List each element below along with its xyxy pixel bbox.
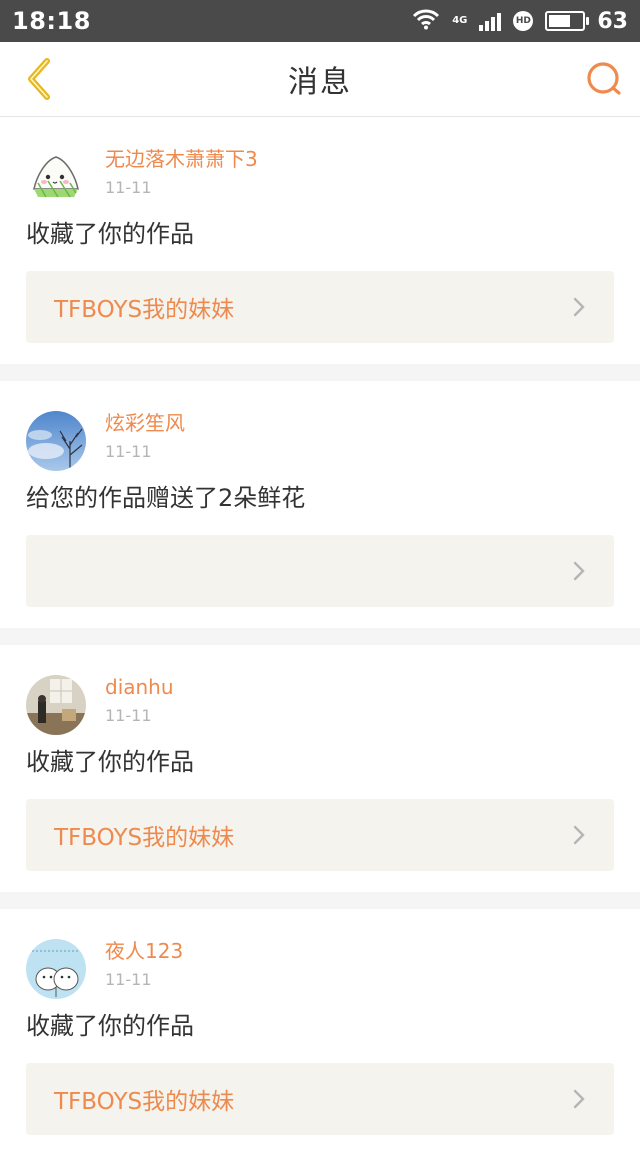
search-icon [587, 62, 621, 95]
message-text: 收藏了你的作品 [26, 748, 194, 776]
work-link[interactable]: TFBOYS我的妹妹 [26, 271, 614, 343]
chevron-left-icon [28, 58, 50, 100]
message-card: dianhu 11-11 收藏了你的作品 TFBOYS我的妹妹 [0, 645, 640, 892]
back-button[interactable] [18, 56, 58, 102]
nav-bar: 消息 [0, 42, 640, 117]
room-photo-avatar[interactable] [26, 675, 86, 735]
message-date: 11-11 [105, 178, 152, 197]
work-title: TFBOYS我的妹妹 [54, 297, 235, 323]
message-username[interactable]: dianhu [105, 673, 174, 701]
work-link[interactable]: TFBOYS我的妹妹 [26, 799, 614, 871]
message-text: 给您的作品赠送了2朵鲜花 [26, 484, 306, 512]
wifi-icon [412, 8, 440, 34]
chevron-right-icon [573, 1089, 585, 1109]
message-card: 夜人123 11-11 收藏了你的作品 TFBOYS我的妹妹 [0, 909, 640, 1156]
page-title: 消息 [288, 65, 352, 100]
network-type: 4G [452, 15, 468, 26]
message-text: 收藏了你的作品 [26, 220, 194, 248]
battery-percent: 63 [597, 8, 628, 34]
search-button[interactable] [582, 56, 626, 102]
message-date: 11-11 [105, 442, 152, 461]
sky-tree-avatar[interactable] [26, 411, 86, 471]
hd-badge: HD [513, 11, 534, 31]
message-card: 无边落木萧萧下3 11-11 收藏了你的作品 TFBOYS我的妹妹 [0, 117, 640, 364]
zongzi-cartoon-avatar[interactable] [26, 147, 86, 207]
signal-icon [479, 11, 502, 31]
status-time: 18:18 [12, 7, 91, 35]
chevron-right-icon [573, 561, 585, 581]
chevron-right-icon [573, 825, 585, 845]
message-username[interactable]: 炫彩笙风 [105, 409, 185, 437]
work-title: TFBOYS我的妹妹 [54, 825, 235, 851]
message-list: 无边落木萧萧下3 11-11 收藏了你的作品 TFBOYS我的妹妹 炫彩笙风 1… [0, 117, 640, 1156]
work-link[interactable] [26, 535, 614, 607]
message-text: 收藏了你的作品 [26, 1012, 194, 1040]
message-card: 炫彩笙风 11-11 给您的作品赠送了2朵鲜花 [0, 381, 640, 628]
work-title: TFBOYS我的妹妹 [54, 1089, 235, 1115]
status-bar: 18:18 4G HD 63 [0, 0, 640, 42]
battery-level [549, 15, 570, 27]
cartoon-bears-avatar[interactable] [26, 939, 86, 999]
status-icons: 4G HD 63 [412, 8, 628, 34]
battery-icon [545, 11, 590, 31]
chevron-right-icon [573, 297, 585, 317]
message-date: 11-11 [105, 706, 152, 725]
message-username[interactable]: 无边落木萧萧下3 [105, 145, 258, 173]
work-link[interactable]: TFBOYS我的妹妹 [26, 1063, 614, 1135]
message-username[interactable]: 夜人123 [105, 937, 183, 965]
message-date: 11-11 [105, 970, 152, 989]
